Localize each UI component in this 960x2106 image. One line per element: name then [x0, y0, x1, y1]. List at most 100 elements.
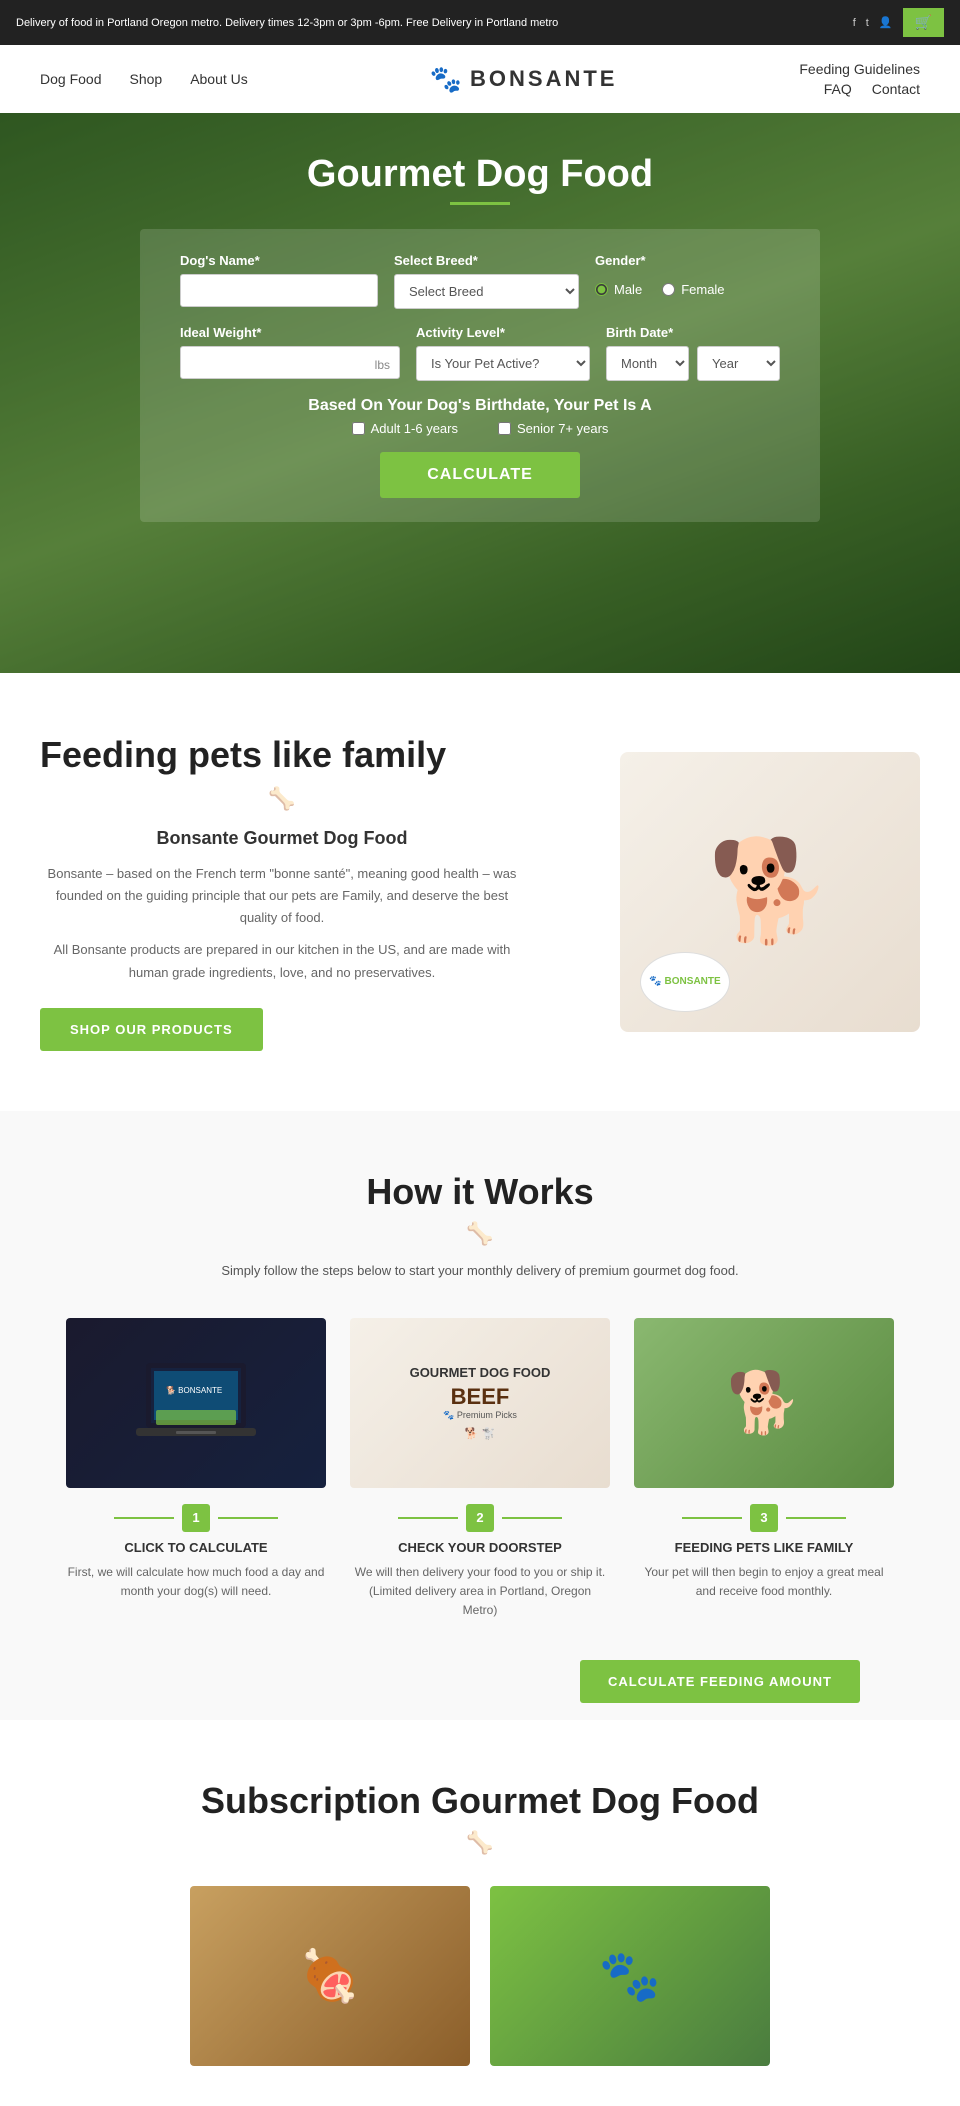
subscription-title: Subscription Gourmet Dog Food	[40, 1780, 920, 1822]
step-2-line-left	[398, 1517, 458, 1519]
nav-left: Dog Food Shop About Us	[40, 71, 248, 87]
gender-group: Gender* Male Female	[595, 253, 780, 309]
step-2-title: CHECK YOUR DOORSTEP	[350, 1540, 610, 1555]
twitter-icon[interactable]: t	[866, 17, 869, 29]
step-3-num-row: 3	[634, 1504, 894, 1532]
form-row-2: Ideal Weight* lbs Activity Level* Is You…	[180, 325, 780, 381]
step-1-line-left	[114, 1517, 174, 1519]
breed-group: Select Breed* Select Breed	[394, 253, 579, 309]
steps-row: 🐕 BONSANTE 1 CLICK TO CALCULATE First, w…	[40, 1318, 920, 1621]
step-1-image: 🐕 BONSANTE	[66, 1318, 326, 1488]
food-bowl: 🐾 BONSANTE	[640, 952, 730, 1012]
age-result-text: Based On Your Dog's Birthdate, Your Pet …	[180, 397, 780, 415]
logo-text: BONSANTE	[470, 66, 617, 92]
calculate-feeding-button[interactable]: CALCULATE FEEDING AMOUNT	[580, 1660, 860, 1703]
dog-name-input[interactable]	[180, 274, 378, 307]
user-icon[interactable]: 👤	[879, 16, 893, 29]
step-1-line-right	[218, 1517, 278, 1519]
social-icons: f t 👤 🛒	[853, 8, 944, 37]
age-adult-label[interactable]: Adult 1-6 years	[352, 421, 458, 436]
step-3-desc: Your pet will then begin to enjoy a grea…	[634, 1563, 894, 1601]
shop-products-button[interactable]: SHOP OUR PRODUCTS	[40, 1008, 263, 1051]
cart-button[interactable]: 🛒	[903, 8, 944, 37]
step-3-line-left	[682, 1517, 742, 1519]
birthdate-label: Birth Date*	[606, 325, 780, 340]
gender-label: Gender*	[595, 253, 780, 268]
activity-select[interactable]: Is Your Pet Active?	[416, 346, 590, 381]
gender-male-radio[interactable]	[595, 283, 608, 296]
about-paragraph1: Bonsante – based on the French term "bon…	[40, 863, 524, 929]
dog-image: 🐕 🐾 BONSANTE	[620, 752, 920, 1032]
birth-month-select[interactable]: Month	[606, 346, 689, 381]
hero-section: Gourmet Dog Food Dog's Name* Select Bree…	[0, 113, 960, 673]
age-senior-checkbox[interactable]	[498, 422, 511, 435]
about-bone-icon: 🦴	[40, 786, 524, 812]
step-1-desc: First, we will calculate how much food a…	[66, 1563, 326, 1601]
hero-form: Dog's Name* Select Breed* Select Breed G…	[140, 229, 820, 522]
subscription-section: Subscription Gourmet Dog Food 🦴 🍖 🐾	[0, 1720, 960, 2106]
gender-female-radio[interactable]	[662, 283, 675, 296]
nav-shop[interactable]: Shop	[129, 71, 162, 87]
hero-title: Gourmet Dog Food	[307, 153, 653, 196]
nav-right: Feeding Guidelines FAQ Contact	[799, 61, 920, 97]
subscription-images: 🍖 🐾	[40, 1886, 920, 2066]
subscription-bone-icon: 🦴	[40, 1830, 920, 1856]
form-row-1: Dog's Name* Select Breed* Select Breed G…	[180, 253, 780, 309]
delivery-message: Delivery of food in Portland Oregon metr…	[16, 17, 558, 29]
age-senior-label[interactable]: Senior 7+ years	[498, 421, 608, 436]
dog-name-group: Dog's Name*	[180, 253, 378, 309]
hero-underline	[450, 202, 510, 205]
nav-about-us[interactable]: About Us	[190, 71, 248, 87]
gender-options: Male Female	[595, 282, 780, 303]
breed-label: Select Breed*	[394, 253, 579, 268]
step-2-desc: We will then delivery your food to you o…	[350, 1563, 610, 1621]
step-2-number: 2	[466, 1504, 494, 1532]
step-1: 🐕 BONSANTE 1 CLICK TO CALCULATE First, w…	[66, 1318, 326, 1621]
weight-suffix: lbs	[375, 358, 390, 372]
nav-feeding-guidelines[interactable]: Feeding Guidelines	[799, 61, 920, 77]
age-options: Adult 1-6 years Senior 7+ years	[180, 421, 780, 436]
step-1-num-row: 1	[66, 1504, 326, 1532]
about-subheading: Bonsante Gourmet Dog Food	[40, 828, 524, 849]
weight-input[interactable]	[180, 346, 400, 379]
hero-content: Gourmet Dog Food Dog's Name* Select Bree…	[0, 153, 960, 522]
step-2-line-right	[502, 1517, 562, 1519]
about-text: Feeding pets like family 🦴 Bonsante Gour…	[40, 733, 524, 1051]
step-3-image: 🐕	[634, 1318, 894, 1488]
navbar: Dog Food Shop About Us 🐾 BONSANTE Feedin…	[0, 45, 960, 113]
logo-paw-icon: 🐾	[430, 64, 462, 95]
how-subtitle: Simply follow the steps below to start y…	[40, 1263, 920, 1278]
svg-text:🐕 BONSANTE: 🐕 BONSANTE	[166, 1385, 222, 1395]
breed-select[interactable]: Select Breed	[394, 274, 579, 309]
gender-female-label[interactable]: Female	[662, 282, 724, 297]
step-3-number: 3	[750, 1504, 778, 1532]
top-bar: Delivery of food in Portland Oregon metr…	[0, 0, 960, 45]
subscription-image-1: 🍖	[190, 1886, 470, 2066]
about-paragraph2: All Bonsante products are prepared in ou…	[40, 939, 524, 983]
activity-label: Activity Level*	[416, 325, 590, 340]
step-2-num-row: 2	[350, 1504, 610, 1532]
weight-group: Ideal Weight* lbs	[180, 325, 400, 381]
gender-male-label[interactable]: Male	[595, 282, 642, 297]
subscription-image-2: 🐾	[490, 1886, 770, 2066]
calculate-button[interactable]: CALCULATE	[380, 452, 580, 498]
about-section: Feeding pets like family 🦴 Bonsante Gour…	[0, 673, 960, 1111]
facebook-icon[interactable]: f	[853, 17, 856, 29]
step-2: GOURMET DOG FOOD BEEF 🐾 Premium Picks 🐕 …	[350, 1318, 610, 1621]
age-adult-checkbox[interactable]	[352, 422, 365, 435]
nav-contact[interactable]: Contact	[872, 81, 920, 97]
how-section: How it Works 🦴 Simply follow the steps b…	[0, 1111, 960, 1721]
logo[interactable]: 🐾 BONSANTE	[430, 64, 618, 95]
how-bone-icon: 🦴	[40, 1221, 920, 1247]
dog-name-label: Dog's Name*	[180, 253, 378, 268]
step-1-number: 1	[182, 1504, 210, 1532]
step-2-image: GOURMET DOG FOOD BEEF 🐾 Premium Picks 🐕 …	[350, 1318, 610, 1488]
weight-label: Ideal Weight*	[180, 325, 400, 340]
step-3-title: FEEDING PETS LIKE FAMILY	[634, 1540, 894, 1555]
birth-year-select[interactable]: Year	[697, 346, 780, 381]
nav-faq[interactable]: FAQ	[824, 81, 852, 97]
nav-dog-food[interactable]: Dog Food	[40, 71, 101, 87]
activity-group: Activity Level* Is Your Pet Active?	[416, 325, 590, 381]
step-1-title: CLICK TO CALCULATE	[66, 1540, 326, 1555]
birthdate-group: Birth Date* Month Year	[606, 325, 780, 381]
